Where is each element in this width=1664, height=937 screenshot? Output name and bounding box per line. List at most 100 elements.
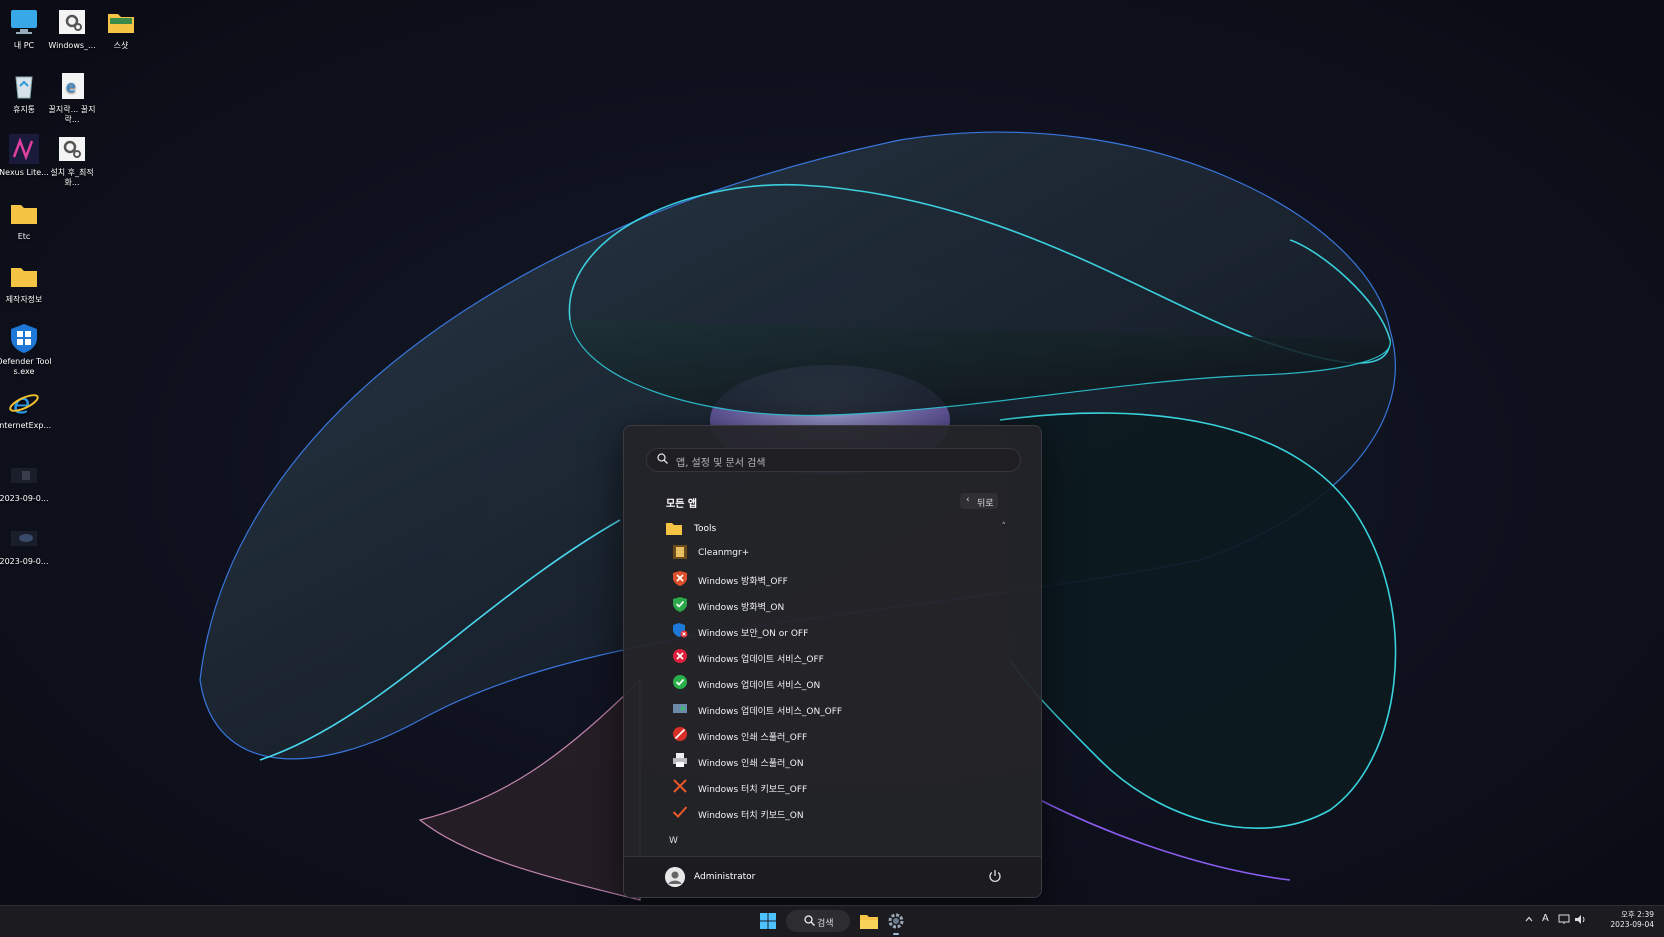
desktop-icon-label: InternetExp... [0, 421, 52, 430]
desktop-icon-internet-explorer[interactable]: e InternetExp... [0, 386, 52, 431]
desktop-icon-label: Etc [17, 232, 31, 241]
power-button[interactable] [987, 868, 1003, 884]
windows-logo-icon [760, 913, 776, 929]
desktop-icon-label: 설치 후_최적화... [50, 168, 94, 187]
app-item-label: Windows 업데이트 서비스_ON [698, 681, 821, 691]
desktop-icon-windows-file[interactable]: Windows_... [44, 6, 100, 51]
start-footer: Administrator [624, 856, 1041, 897]
screenshot-thumb-icon [8, 459, 40, 491]
ie-shortcut-icon: e [56, 70, 88, 102]
app-item-cleanmgr[interactable]: Cleanmgr+ [672, 540, 1002, 566]
user-name[interactable]: Administrator [694, 872, 755, 882]
cleanmgr-icon [672, 544, 688, 560]
power-icon [989, 870, 1001, 882]
start-button[interactable] [755, 910, 781, 932]
app-item-update-service-off[interactable]: Windows 업데이트 서비스_OFF [672, 644, 1002, 670]
service-toggle-icon [672, 700, 688, 716]
app-item-print-spooler-on[interactable]: Windows 인쇄 스풀러_ON [672, 748, 1002, 774]
orange-x-icon [672, 778, 688, 794]
app-item-firewall-off[interactable]: Windows 방화벽_OFF [672, 566, 1002, 592]
volume-icon[interactable] [1574, 914, 1586, 927]
app-item-touch-keyboard-off[interactable]: Windows 터치 키보드_OFF [672, 774, 1002, 800]
start-search-input[interactable]: 앱, 설정 및 문서 검색 [646, 448, 1021, 472]
search-icon [804, 915, 815, 929]
clock-time: 오후 2:39 [1620, 910, 1654, 919]
app-item-label: Windows 보안_ON or OFF [698, 629, 809, 639]
clock-date: 2023-09-04 [1610, 920, 1654, 929]
folder-icon [8, 260, 40, 292]
app-item-firewall-on[interactable]: Windows 방화벽_ON [672, 592, 1002, 618]
app-item-label: Windows 방화벽_ON [698, 603, 785, 613]
desktop-icon-label: 2023-09-0... [0, 494, 49, 503]
desktop-icon-ie-shortcut[interactable]: e 꿀지락... 꿀지락... [44, 70, 100, 125]
system-tray: A 오후 2:39 2023-09-04 [1524, 906, 1664, 937]
chevron-up-icon[interactable] [1524, 914, 1534, 926]
app-item-touch-keyboard-on[interactable]: Windows 터치 키보드_ON [672, 800, 1002, 826]
ie-icon: e [8, 386, 40, 420]
back-button[interactable]: ‹ 뒤로 [960, 493, 998, 509]
screenshot-thumb-icon [8, 522, 40, 554]
nexus-icon [8, 133, 40, 165]
folder-icon [8, 197, 40, 229]
desktop-icon-author-info-folder[interactable]: 제작자정보 [0, 260, 52, 305]
desktop-icon-screenshot-1[interactable]: 2023-09-0... [0, 459, 52, 504]
desktop-icon-label: 제작자정보 [5, 295, 43, 304]
recycle-bin-icon [8, 70, 40, 102]
desktop-icon-screenshot-2[interactable]: 2023-09-0... [0, 522, 52, 567]
green-check-circle-icon [672, 674, 688, 690]
taskbar-search-label: 검색 [817, 919, 834, 929]
desktop-icon-label: Defender Tools.exe [0, 357, 52, 376]
folder-icon [666, 521, 682, 538]
app-item-label: Windows 터치 키보드_ON [698, 811, 804, 821]
app-item-security-toggle[interactable]: Windows 보안_ON or OFF [672, 618, 1002, 644]
all-apps-title: 모든 앱 [666, 499, 698, 510]
monitor-icon [8, 6, 40, 38]
settings-file-icon [56, 133, 88, 165]
chevron-up-icon: ˄ [1001, 522, 1007, 532]
user-avatar-icon[interactable] [665, 867, 685, 887]
desktop-icon-defender-tools[interactable]: Defender Tools.exe [0, 322, 52, 377]
app-item-label: Windows 업데이트 서비스_ON_OFF [698, 707, 843, 717]
search-placeholder: 앱, 설정 및 문서 검색 [676, 458, 766, 469]
desktop-icon-etc-folder[interactable]: Etc [0, 197, 52, 242]
firewall-off-icon [672, 570, 688, 586]
app-item-label: Windows 터치 키보드_OFF [698, 785, 808, 795]
desktop-icon-post-install-optimize[interactable]: 설치 후_최적화... [44, 133, 100, 188]
start-menu: 앱, 설정 및 문서 검색 모든 앱 ‹ 뒤로 Tools ˄ Cleanmgr… [623, 425, 1042, 898]
back-button-label: 뒤로 [977, 499, 994, 509]
folder-icon [860, 915, 878, 929]
app-item-update-service-on[interactable]: Windows 업데이트 서비스_ON [672, 670, 1002, 696]
orange-check-icon [672, 804, 688, 820]
app-item-label: Windows 인쇄 스풀러_OFF [698, 733, 808, 743]
file-explorer-button[interactable] [857, 910, 881, 932]
security-toggle-icon [672, 622, 688, 638]
desktop-icon-label: 스샷 [113, 41, 129, 50]
desktop-icon-screenshots-folder[interactable]: 스샷 [93, 6, 149, 51]
app-item-label: Windows 인쇄 스풀러_ON [698, 759, 804, 769]
taskbar-search-button[interactable]: 검색 [786, 910, 850, 932]
app-list: Cleanmgr+ Windows 방화벽_OFF Windows 방화벽_ON… [672, 540, 1002, 826]
desktop-icon-label: 2023-09-0... [0, 557, 49, 566]
section-letter-w[interactable]: W [669, 836, 678, 846]
network-icon[interactable] [1558, 914, 1570, 927]
settings-taskbar-button[interactable] [884, 910, 908, 935]
app-item-update-service-on-off[interactable]: Windows 업데이트 서비스_ON_OFF [672, 696, 1002, 722]
red-x-circle-icon [672, 648, 688, 664]
settings-file-icon [56, 6, 88, 38]
app-item-print-spooler-off[interactable]: Windows 인쇄 스풀러_OFF [672, 722, 1002, 748]
firewall-on-icon [672, 596, 688, 612]
app-item-label: Windows 방화벽_OFF [698, 577, 788, 587]
ime-indicator[interactable]: A [1542, 913, 1549, 924]
running-indicator [893, 933, 899, 935]
folder-label: Tools [694, 524, 717, 534]
folder-icon [105, 6, 137, 38]
desktop-icon-label: Windows_... [48, 41, 96, 50]
print-off-icon [672, 726, 688, 742]
svg-text:e: e [66, 77, 76, 96]
desktop-icon-label: 꿀지락... 꿀지락... [48, 105, 96, 124]
app-item-label: Cleanmgr+ [698, 548, 750, 558]
chevron-left-icon: ‹ [966, 495, 970, 505]
clock[interactable]: 오후 2:39 2023-09-04 [1610, 910, 1654, 930]
search-icon [657, 453, 668, 467]
folder-tools[interactable]: Tools ˄ [666, 519, 1006, 539]
